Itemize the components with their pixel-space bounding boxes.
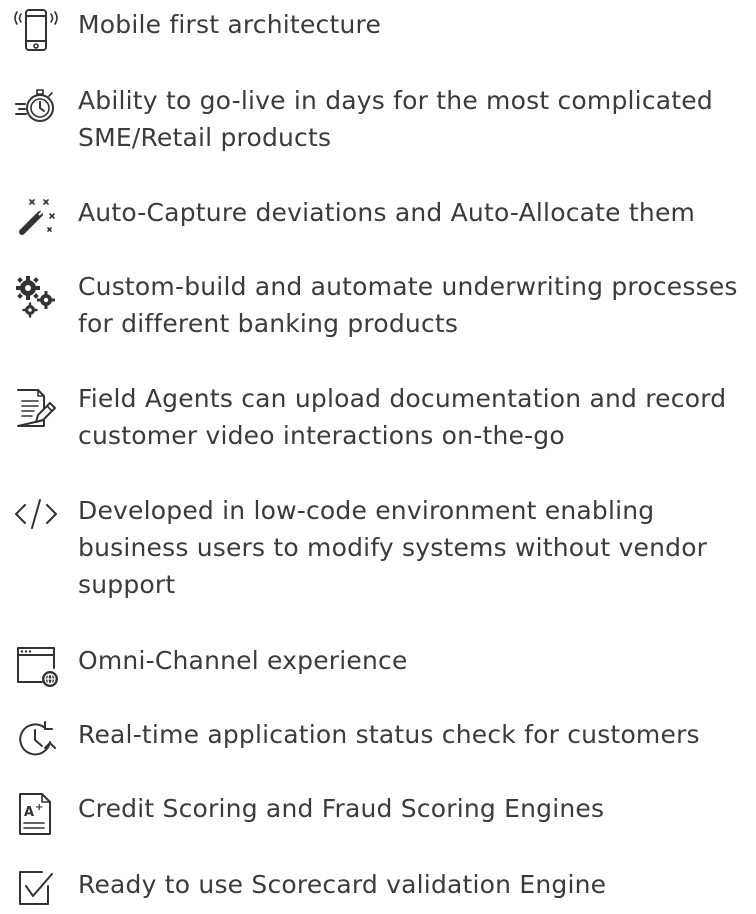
feature-text: Mobile first architecture	[78, 10, 382, 39]
feature-text: Ready to use Scorecard validation Engine	[78, 870, 607, 899]
feature-text: Developed in low-code environment enabli…	[78, 496, 708, 599]
checkbox-icon	[12, 866, 60, 914]
clock-refresh-icon	[12, 716, 60, 764]
grade-document-icon: A +	[12, 790, 60, 838]
document-edit-icon	[12, 384, 60, 432]
svg-text:+: +	[35, 802, 43, 813]
code-icon	[12, 492, 60, 540]
mobile-phone-icon	[12, 6, 60, 54]
feature-text: Custom-build and automate underwriting p…	[78, 272, 738, 338]
feature-text: Auto-Capture deviations and Auto-Allocat…	[78, 198, 696, 227]
svg-text:A: A	[24, 805, 34, 820]
feature-text: Field Agents can upload documentation an…	[78, 384, 727, 450]
feature-text: Ability to go-live in days for the most …	[78, 86, 713, 152]
feature-list: Mobile first architecture Ability to go-…	[0, 0, 756, 905]
magic-wand-icon	[12, 194, 60, 242]
stopwatch-icon	[12, 82, 60, 130]
feature-text: Omni-Channel experience	[78, 646, 408, 675]
feature-text: Credit Scoring and Fraud Scoring Engines	[78, 794, 605, 823]
feature-text: Real-time application status check for c…	[78, 720, 700, 749]
gears-icon	[12, 272, 60, 320]
browser-globe-icon	[12, 642, 60, 690]
